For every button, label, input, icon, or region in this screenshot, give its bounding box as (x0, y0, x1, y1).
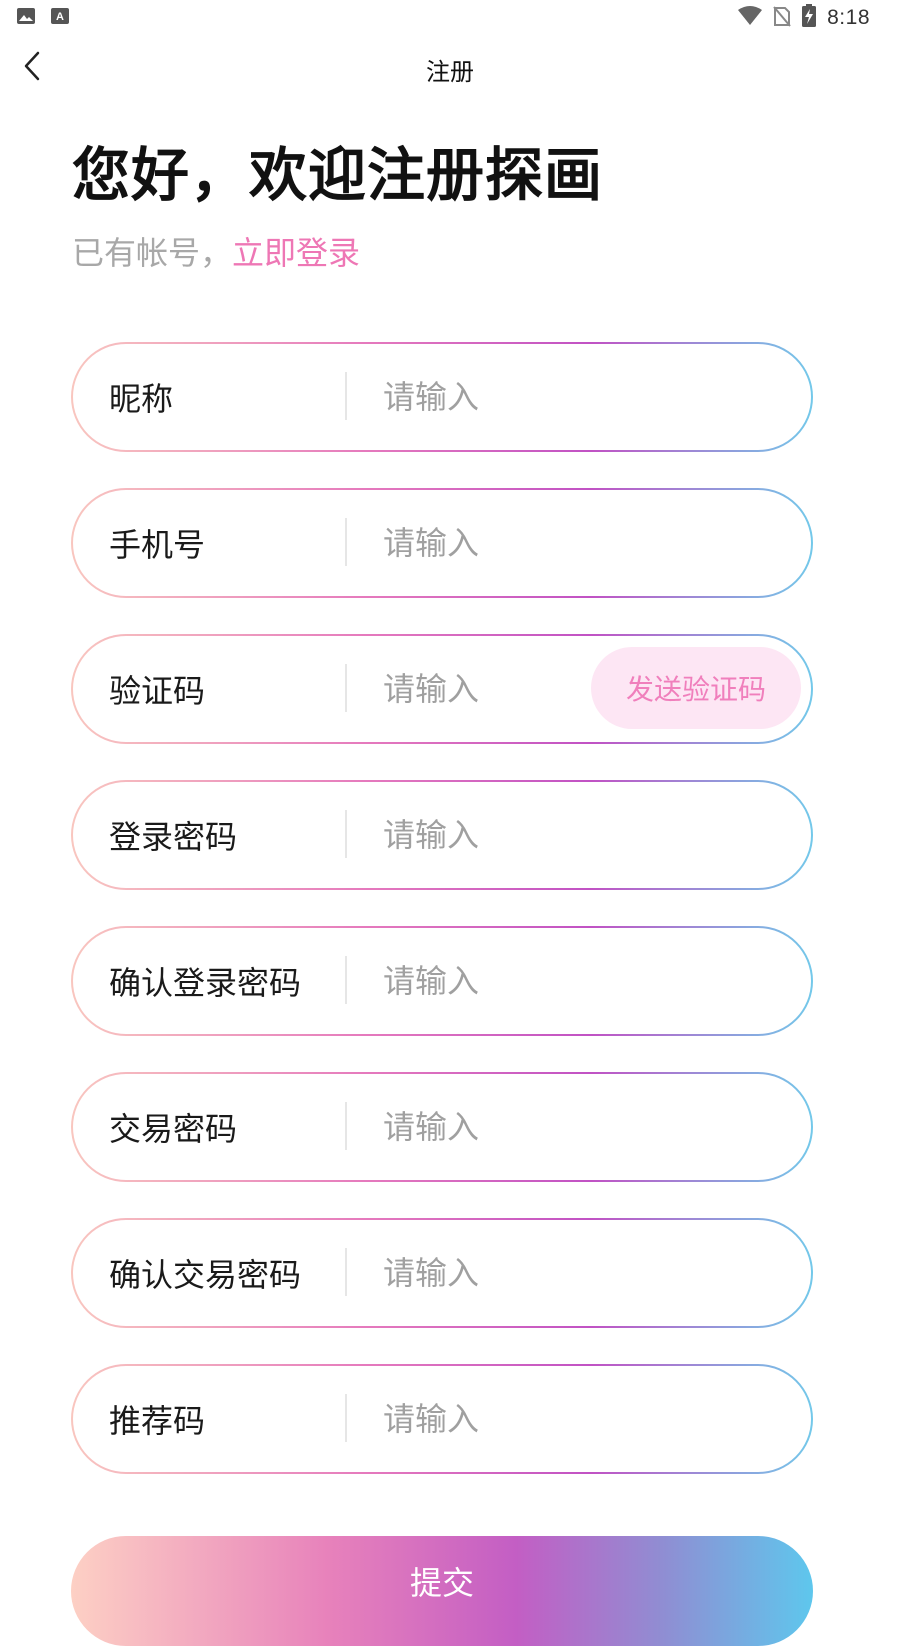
login-password-input[interactable] (383, 809, 643, 861)
divider (345, 518, 347, 566)
image-icon (16, 6, 36, 26)
divider (345, 664, 347, 712)
field-label: 手机号 (109, 526, 206, 564)
divider (345, 1248, 347, 1296)
login-prompt: 已有帐号，立即登录 (72, 228, 360, 274)
field-label: 交易密码 (109, 1110, 238, 1148)
app-header: 注册 (0, 36, 900, 100)
nickname-input[interactable] (383, 371, 643, 423)
nickname-field: 昵称 (71, 342, 813, 452)
page-title: 注册 (426, 58, 474, 86)
divider (345, 1102, 347, 1150)
referral-code-field: 推荐码 (71, 1364, 813, 1474)
welcome-heading: 您好，欢迎注册探画 (72, 141, 604, 209)
field-label: 验证码 (109, 672, 206, 710)
divider (345, 372, 347, 420)
submit-button[interactable]: 提交 (71, 1536, 813, 1646)
trade-password-field: 交易密码 (71, 1072, 813, 1182)
text-a-icon: A (50, 6, 70, 26)
status-time: 8:18 (827, 6, 870, 29)
confirm-trade-password-field: 确认交易密码 (71, 1218, 813, 1328)
confirm-login-password-field: 确认登录密码 (71, 926, 813, 1036)
confirm-trade-password-input[interactable] (383, 1247, 643, 1299)
field-label: 确认登录密码 (109, 964, 302, 1002)
no-sim-icon (773, 5, 791, 31)
verification-code-field: 验证码 发送验证码 (71, 634, 813, 744)
referral-code-input[interactable] (383, 1393, 643, 1445)
confirm-login-password-input[interactable] (383, 955, 643, 1007)
submit-label: 提交 (409, 1564, 474, 1602)
divider (345, 810, 347, 858)
field-label: 确认交易密码 (109, 1256, 302, 1294)
field-label: 昵称 (109, 380, 174, 418)
register-form: 昵称 手机号 验证码 发送验证码 登录密码 确认登录密码 交易密码 确认交易密码… (71, 342, 813, 1510)
login-link[interactable]: 立即登录 (232, 234, 360, 272)
trade-password-input[interactable] (383, 1101, 643, 1153)
verification-code-input[interactable] (383, 663, 583, 715)
status-bar: A 8:18 (0, 0, 900, 36)
divider (345, 956, 347, 1004)
battery-charging-icon (801, 4, 817, 32)
wifi-icon (737, 5, 763, 31)
svg-text:A: A (56, 11, 64, 23)
field-label: 推荐码 (109, 1402, 206, 1440)
field-label: 登录密码 (109, 818, 238, 856)
phone-input[interactable] (383, 517, 643, 569)
login-password-field: 登录密码 (71, 780, 813, 890)
divider (345, 1394, 347, 1442)
have-account-text: 已有帐号， (72, 234, 233, 272)
send-code-button[interactable]: 发送验证码 (591, 647, 801, 729)
phone-field: 手机号 (71, 488, 813, 598)
